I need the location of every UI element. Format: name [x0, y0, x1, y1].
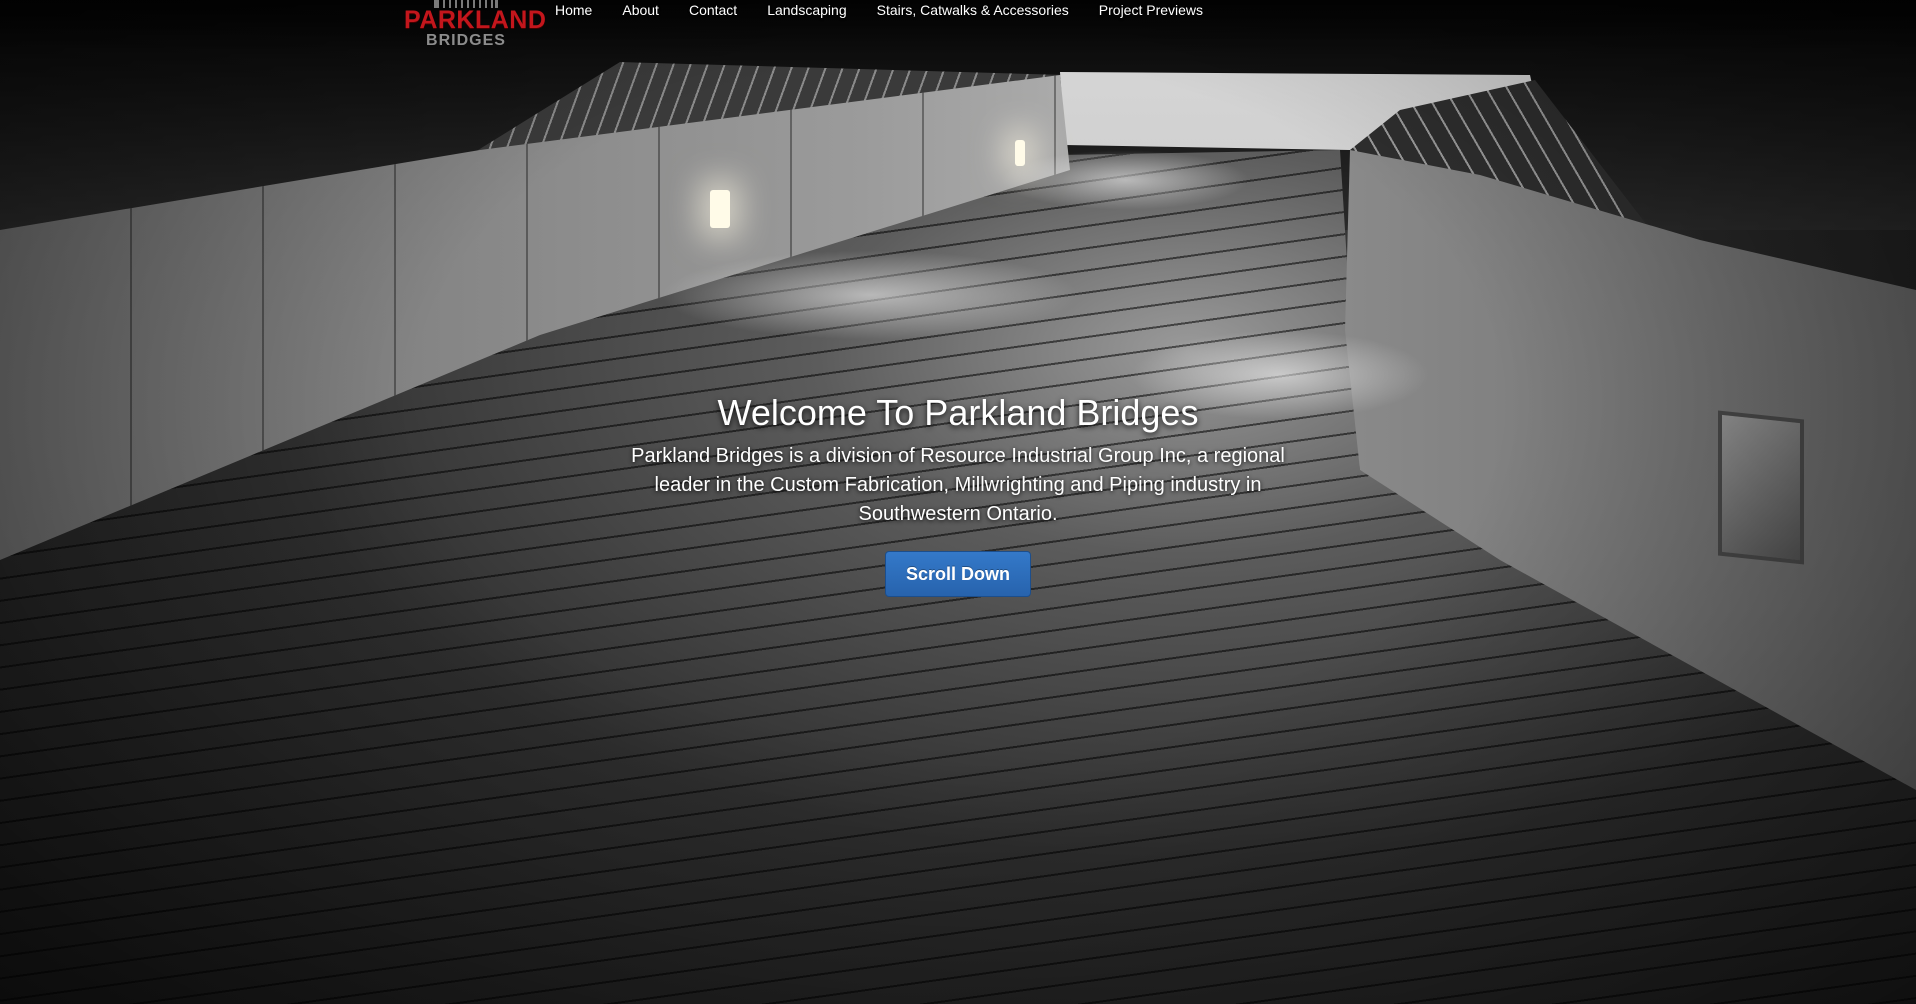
hero-title: Welcome To Parkland Bridges — [717, 392, 1199, 433]
hero-section: Welcome To Parkland Bridges Parkland Bri… — [608, 388, 1308, 597]
nav-item-stairs-catwalks-accessories[interactable]: Stairs, Catwalks & Accessories — [862, 0, 1084, 22]
nav-item-project-previews[interactable]: Project Previews — [1084, 0, 1218, 22]
nav-item-landscaping[interactable]: Landscaping — [752, 0, 861, 22]
scroll-down-button[interactable]: Scroll Down — [885, 551, 1031, 597]
logo-subtitle: BRIDGES — [426, 32, 506, 49]
main-nav: Home About Contact Landscaping Stairs, C… — [555, 0, 1218, 22]
hero-description: Parkland Bridges is a division of Resour… — [631, 445, 1285, 525]
logo-wordmark: PARKLAND — [404, 6, 547, 34]
nav-item-about[interactable]: About — [607, 0, 674, 22]
site-header: PARKLAND BRIDGES Home About Contact Land… — [0, 0, 1916, 54]
nav-item-home[interactable]: Home — [555, 0, 607, 22]
nav-item-contact[interactable]: Contact — [674, 0, 752, 22]
site-logo[interactable]: PARKLAND BRIDGES — [404, 0, 547, 52]
